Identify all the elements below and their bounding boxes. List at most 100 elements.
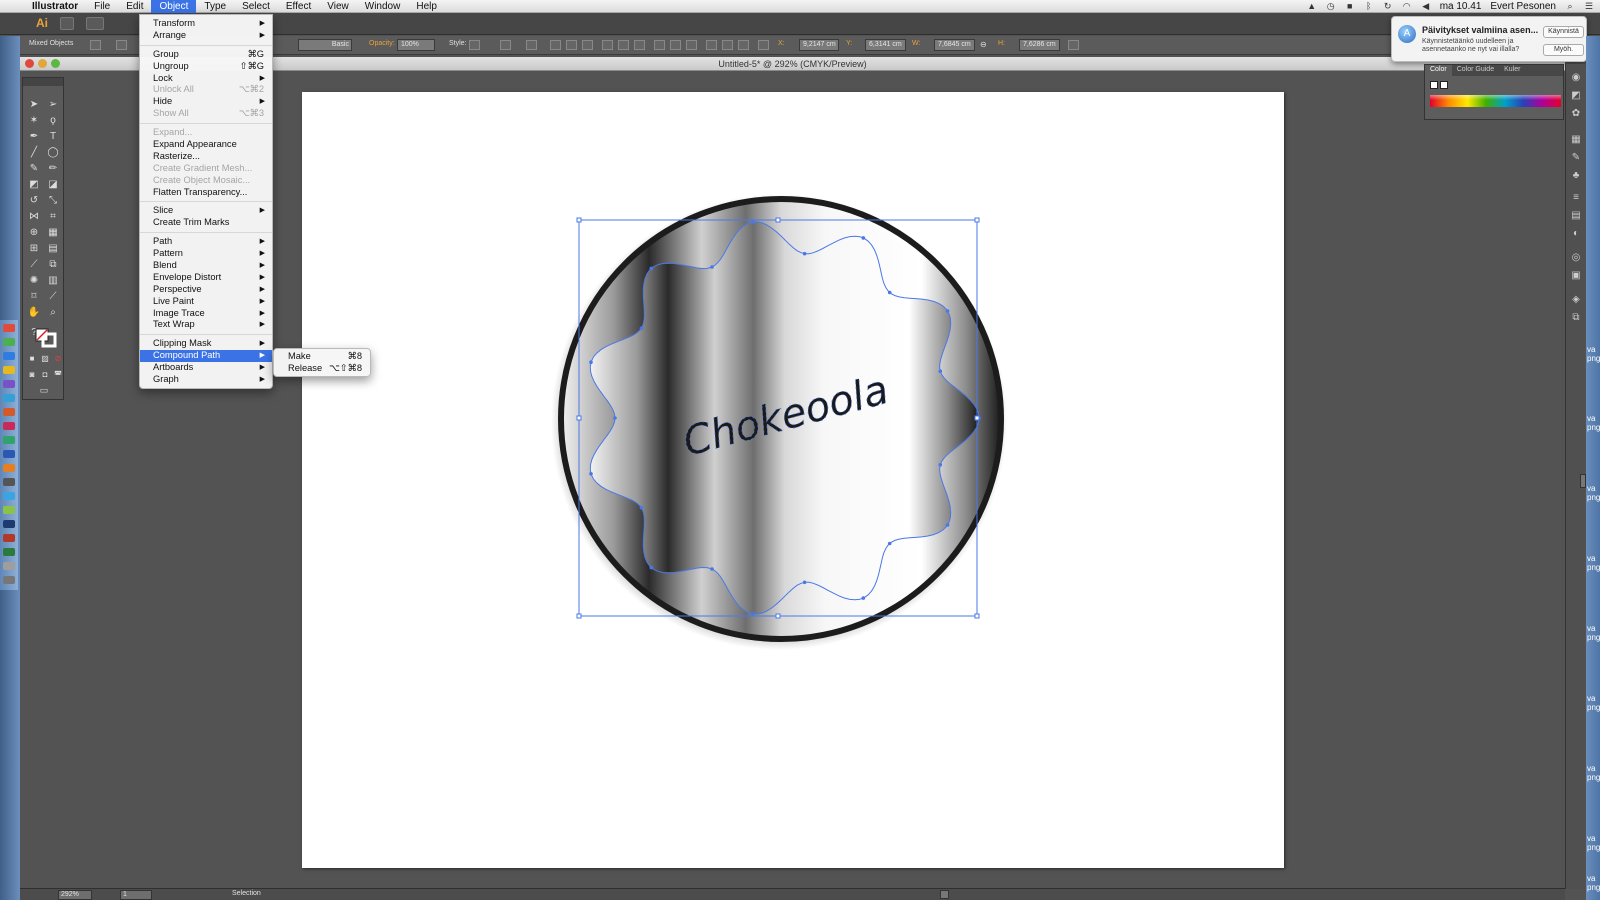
gradient-tool-icon[interactable]: ▤	[46, 242, 60, 255]
lasso-tool-icon[interactable]: ϙ	[46, 114, 60, 127]
desktop-file-label[interactable]: png	[1587, 633, 1600, 642]
tools-panel-header[interactable]	[23, 78, 63, 86]
selection-tool-icon[interactable]: ➤	[27, 98, 41, 111]
screen-mode-icon[interactable]: ▭	[37, 384, 51, 397]
align-right-icon[interactable]	[582, 40, 593, 50]
dock-app-icon[interactable]	[3, 464, 15, 472]
menu-item-arrange[interactable]: Arrange ▶	[140, 30, 272, 42]
artboards-panel-icon[interactable]: ⧉	[1570, 312, 1582, 323]
align-left-icon[interactable]	[550, 40, 561, 50]
mesh-tool-icon[interactable]: ⊞	[27, 242, 41, 255]
menu-item-text-wrap[interactable]: Text Wrap ▶	[140, 319, 272, 331]
dock-app-icon[interactable]	[3, 562, 15, 570]
lock-icon[interactable]: ■	[1345, 2, 1355, 11]
sync-icon[interactable]: ↻	[1383, 2, 1393, 11]
blob-brush-tool-icon[interactable]: ◩	[27, 178, 41, 191]
dock-app-icon[interactable]	[3, 478, 15, 486]
dock-app-icon[interactable]	[3, 450, 15, 458]
dock-app-icon[interactable]	[3, 520, 15, 528]
desktop-file-label[interactable]: va	[1587, 554, 1595, 563]
reference-point-icon[interactable]	[758, 40, 769, 50]
anchor-point[interactable]	[649, 266, 654, 271]
gradient-mode-icon[interactable]: ▨	[38, 352, 52, 365]
dock-app-icon[interactable]	[3, 408, 15, 416]
desktop-file-label[interactable]: png	[1587, 843, 1600, 852]
menu-item-lock[interactable]: Lock ▶	[140, 73, 272, 85]
fill-swatch[interactable]	[1430, 81, 1438, 89]
align-center-icon[interactable]	[566, 40, 577, 50]
artboard-number-field[interactable]: 1	[120, 890, 152, 900]
menu-edit[interactable]: Edit	[118, 0, 151, 13]
anchor-point[interactable]	[861, 236, 866, 240]
anchor-point[interactable]	[589, 472, 593, 476]
menu-item-compound-path[interactable]: Compound Path ▶	[140, 350, 272, 363]
desktop-file-label[interactable]: va	[1587, 834, 1595, 843]
desktop-file-label[interactable]: va	[1587, 624, 1595, 633]
minimize-window-icon[interactable]	[38, 59, 47, 68]
distribute-top-icon[interactable]	[654, 40, 665, 50]
desktop-file-label[interactable]: png	[1587, 563, 1600, 572]
notification-bell-icon[interactable]: ▲	[1307, 2, 1317, 11]
zoom-tool-icon[interactable]: ⌕	[46, 306, 60, 319]
free-transform-tool-icon[interactable]: ⌗	[46, 210, 60, 223]
stroke-style-dropdown[interactable]: Basic	[298, 39, 352, 51]
menu-type[interactable]: Type	[196, 0, 234, 13]
menu-item-slice[interactable]: Slice ▶	[140, 205, 272, 217]
anchor-point[interactable]	[945, 523, 950, 527]
arrange-documents-button[interactable]	[86, 17, 104, 30]
pen-tool-icon[interactable]: ✒	[27, 130, 41, 143]
anchor-point[interactable]	[751, 612, 755, 616]
stroke-color-swatch[interactable]	[116, 40, 127, 50]
transparency-panel-icon[interactable]: ◐	[1570, 228, 1582, 239]
desktop-file-label[interactable]: va	[1587, 345, 1595, 354]
menu-item-hide[interactable]: Hide ▶	[140, 96, 272, 108]
anchor-point[interactable]	[945, 309, 950, 313]
menu-view[interactable]: View	[319, 0, 357, 13]
fill-color-swatch[interactable]	[90, 40, 101, 50]
menu-item-blend[interactable]: Blend ▶	[140, 260, 272, 272]
restart-button[interactable]: Käynnistä	[1543, 26, 1584, 38]
symbol-sprayer-tool-icon[interactable]: ✺	[27, 274, 41, 287]
paintbrush-tool-icon[interactable]: ✎	[27, 162, 41, 175]
type-tool-icon[interactable]: T	[46, 130, 60, 143]
dock-app-icon[interactable]	[3, 394, 15, 402]
desktop-file-label[interactable]: va	[1587, 764, 1595, 773]
menu-item-create-trim-marks[interactable]: Create Trim Marks	[140, 217, 272, 229]
hand-tool-icon[interactable]: ✋	[27, 306, 41, 319]
rotate-tool-icon[interactable]: ↺	[27, 194, 41, 207]
desktop-file-label[interactable]: png	[1587, 423, 1600, 432]
transform-options-icon[interactable]	[1068, 40, 1079, 50]
menu-item-pattern[interactable]: Pattern ▶	[140, 248, 272, 260]
menu-item-perspective[interactable]: Perspective ▶	[140, 284, 272, 296]
distribute-left-icon[interactable]	[706, 40, 717, 50]
menu-effect[interactable]: Effect	[278, 0, 319, 13]
menu-item-expand-appearance[interactable]: Expand Appearance	[140, 139, 272, 151]
stroke-swatch[interactable]	[1440, 81, 1448, 89]
volume-icon[interactable]: ◀	[1421, 2, 1431, 11]
column-graph-tool-icon[interactable]: ▥	[46, 274, 60, 287]
current-tool-status[interactable]: Selection	[232, 890, 261, 897]
draw-inside-icon[interactable]: ◚	[51, 368, 65, 381]
x-position-field[interactable]: 9,2147 cm	[799, 39, 839, 51]
menu-select[interactable]: Select	[234, 0, 278, 13]
dock-app-icon[interactable]	[3, 366, 15, 374]
color-panel-icon[interactable]: ◎	[1570, 252, 1582, 263]
bluetooth-icon[interactable]: ᛒ	[1364, 2, 1374, 11]
dock-app-icon[interactable]	[3, 422, 15, 430]
dock-app-icon[interactable]	[3, 492, 15, 500]
dock-app-icon[interactable]	[3, 352, 15, 360]
menu-window[interactable]: Window	[357, 0, 409, 13]
menu-item-ungroup[interactable]: Ungroup ⇧⌘G	[140, 61, 272, 73]
opacity-label[interactable]: Opacity:	[369, 40, 395, 47]
zoom-window-icon[interactable]	[51, 59, 60, 68]
anchor-point[interactable]	[802, 251, 807, 256]
anchor-point[interactable]	[613, 416, 617, 420]
swatches-panel-icon[interactable]: ▦	[1570, 134, 1582, 145]
brushes-panel-icon[interactable]: ✎	[1570, 152, 1582, 163]
desktop-file-label[interactable]: va	[1587, 874, 1595, 883]
anchor-point[interactable]	[639, 326, 644, 331]
dock-app-icon[interactable]	[3, 534, 15, 542]
menu-object[interactable]: Object	[151, 0, 197, 13]
slice-tool-icon[interactable]: ⟋	[46, 290, 60, 303]
shape-builder-tool-icon[interactable]: ⊕	[27, 226, 41, 239]
